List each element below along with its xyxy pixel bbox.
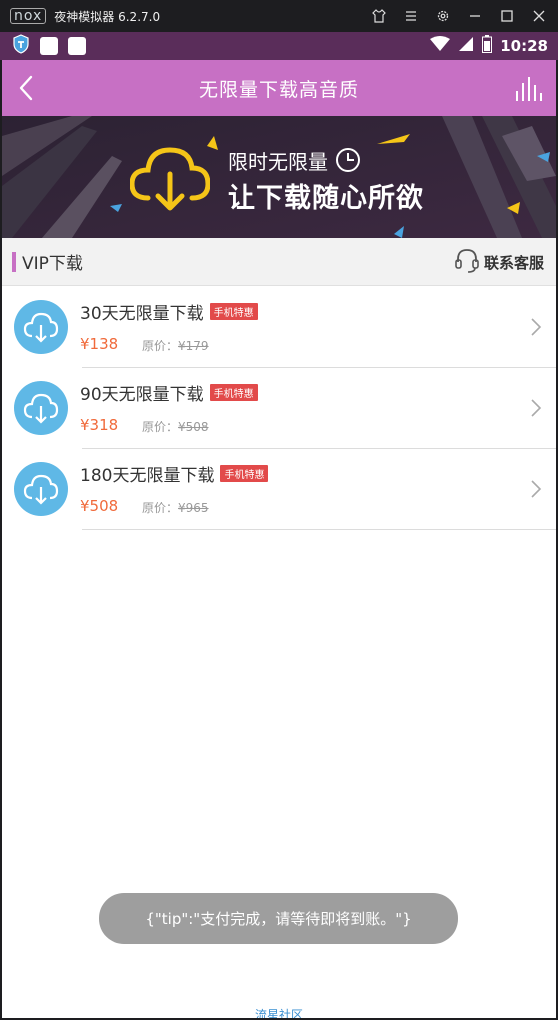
minimize-icon[interactable] <box>466 7 484 25</box>
product-item[interactable]: 30天无限量下载 手机特惠 ¥138 原价：¥179 <box>2 287 556 368</box>
equalizer-icon[interactable] <box>514 74 544 102</box>
original-price-label: 原价： <box>142 339 179 353</box>
menu-icon[interactable] <box>402 7 420 25</box>
product-name-text: 30天无限量下载 <box>80 304 204 324</box>
product-price: ¥318 <box>80 416 119 434</box>
product-name: 90天无限量下载 手机特惠 <box>80 380 258 405</box>
original-price-value: ¥965 <box>178 501 209 515</box>
product-item[interactable]: 180天无限量下载 手机特惠 ¥508 原价：¥965 <box>2 449 556 530</box>
gear-icon[interactable] <box>434 7 452 25</box>
notification-square-icon <box>40 37 58 55</box>
chevron-right-icon <box>530 317 542 337</box>
battery-icon <box>482 35 493 57</box>
cloud-download-icon <box>14 381 68 435</box>
wifi-icon <box>430 36 451 56</box>
close-icon[interactable] <box>530 7 548 25</box>
status-bar: 10:28 <box>0 32 558 60</box>
promo-tag: 手机特惠 <box>220 465 269 482</box>
shield-icon <box>12 34 30 58</box>
product-name: 180天无限量下载 手机特惠 <box>80 461 269 486</box>
shirt-icon[interactable] <box>370 7 388 25</box>
notification-square-icon <box>68 37 86 55</box>
chevron-right-icon <box>530 398 542 418</box>
original-price: 原价：¥179 <box>142 337 209 354</box>
section-header: VIP下载 联系客服 <box>2 238 556 286</box>
promo-tag: 手机特惠 <box>209 384 258 401</box>
contact-service-label: 联系客服 <box>483 253 544 272</box>
cloud-download-icon <box>14 462 68 516</box>
section-marker <box>12 251 16 272</box>
emulator-title-bar: nox 夜神模拟器 6.2.7.0 <box>0 0 558 32</box>
banner-line1: 限时无限量 <box>228 150 328 174</box>
original-price-value: ¥508 <box>178 420 209 434</box>
headset-icon <box>454 247 480 277</box>
original-price-label: 原价： <box>142 420 179 434</box>
cloud-download-icon <box>129 136 211 216</box>
app-header: 无限量下载高音质 <box>0 60 558 116</box>
product-name: 30天无限量下载 手机特惠 <box>80 299 258 324</box>
signal-icon <box>458 36 474 56</box>
page-title: 无限量下载高音质 <box>198 78 359 101</box>
original-price-label: 原价： <box>142 501 179 515</box>
product-name-text: 180天无限量下载 <box>80 466 215 486</box>
chevron-left-icon[interactable] <box>16 74 44 102</box>
promo-tag: 手机特惠 <box>209 303 258 320</box>
section-title: VIP下载 <box>22 254 83 274</box>
status-time: 10:28 <box>500 37 548 55</box>
original-price: 原价：¥508 <box>142 418 209 435</box>
original-price-value: ¥179 <box>178 339 209 353</box>
nox-logo: nox <box>10 8 47 24</box>
toast-message: {"tip":"支付完成，请等待即将到账。"} <box>99 893 458 944</box>
product-name-text: 90天无限量下载 <box>80 385 204 405</box>
emulator-title: 夜神模拟器 6.2.7.0 <box>54 9 161 24</box>
chevron-right-icon <box>530 479 542 499</box>
emulator-controls <box>370 0 548 32</box>
cloud-download-icon <box>14 300 68 354</box>
emulator-frame <box>0 60 2 1020</box>
banner-line2: 让下载随心所欲 <box>228 183 424 214</box>
promo-banner[interactable]: 限时无限量 让下载随心所欲 <box>2 116 556 238</box>
product-price: ¥138 <box>80 335 119 353</box>
original-price: 原价：¥965 <box>142 499 209 516</box>
clock-icon <box>334 146 362 178</box>
product-item[interactable]: 90天无限量下载 手机特惠 ¥318 原价：¥508 <box>2 368 556 449</box>
divider <box>82 529 556 530</box>
maximize-icon[interactable] <box>498 7 516 25</box>
contact-service-button[interactable]: 联系客服 <box>454 248 544 276</box>
product-price: ¥508 <box>80 497 119 515</box>
